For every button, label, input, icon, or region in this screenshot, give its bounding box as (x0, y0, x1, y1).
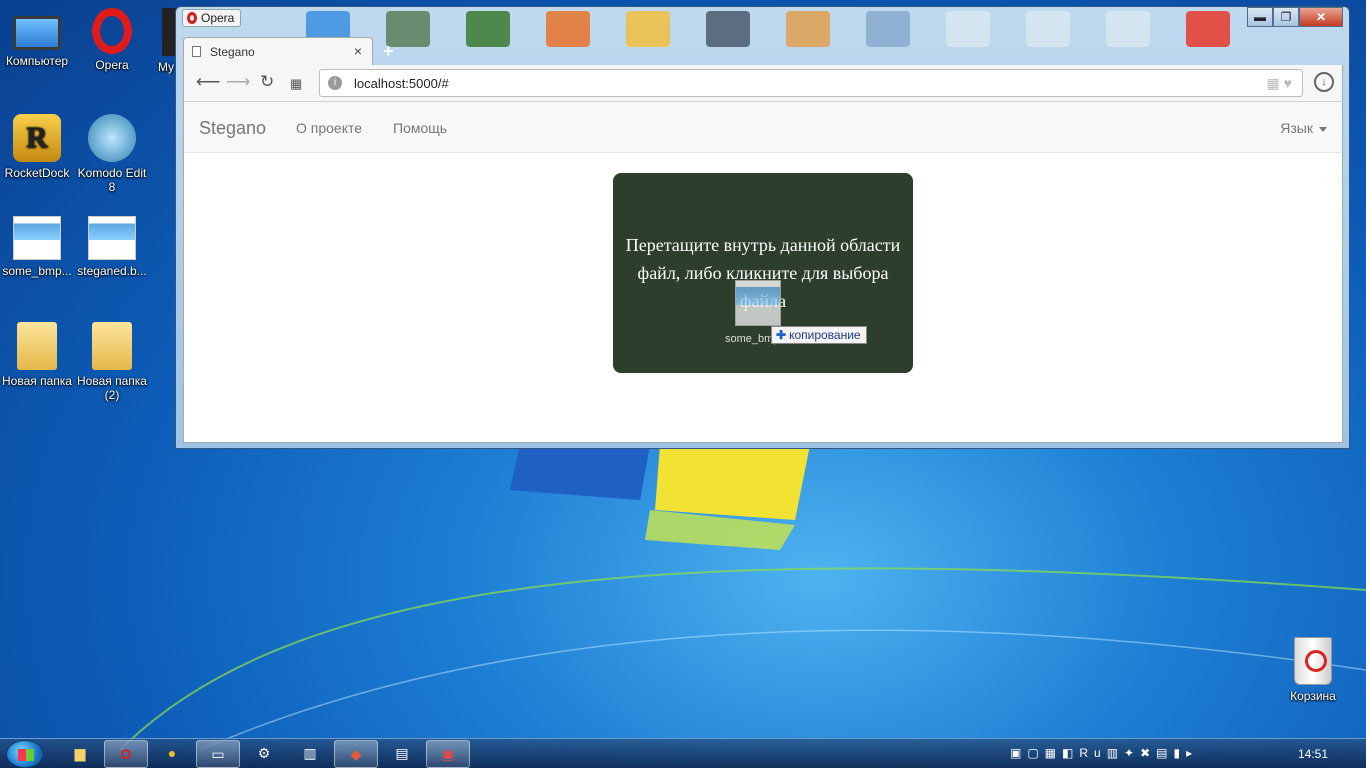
desktop-icon-new-folder-2[interactable]: Новая папка (2) (75, 322, 149, 402)
taskbar-opera[interactable]: O (104, 740, 148, 768)
copy-label: копирование (789, 328, 861, 342)
download-icon[interactable]: ↓ (1314, 72, 1334, 92)
desktop-icon-rocketdock[interactable]: R RocketDock (0, 114, 74, 180)
nav-link-help[interactable]: Помощь (393, 120, 447, 136)
tab-close-icon[interactable]: × (354, 43, 362, 59)
desktop-icon-steganed[interactable]: steganed.b... (75, 216, 149, 278)
desktop-icon-label: steganed.b... (77, 264, 147, 278)
desktop-icon-label: Компьютер (5, 54, 69, 68)
folder-icon (92, 322, 132, 370)
taskbar-explorer[interactable]: ▆ (58, 740, 102, 768)
maximize-button[interactable]: ❐ (1273, 7, 1299, 27)
new-tab-button[interactable]: + (383, 41, 394, 62)
opera-icon (92, 8, 132, 54)
taskbar-app-6[interactable]: ▥ (288, 740, 332, 768)
minimize-button[interactable]: ▬ (1247, 7, 1273, 27)
language-dropdown[interactable]: Язык (1280, 120, 1327, 136)
git-icon: ◆ (350, 746, 362, 762)
desktop-icon-opera[interactable]: Opera (75, 8, 149, 72)
gear-icon: ⚙ (257, 745, 271, 761)
taskbar-app-9[interactable]: ▣ (426, 740, 470, 768)
app-icon: ▭ (211, 746, 225, 762)
desktop-icon-label: Komodo Edit 8 (77, 166, 147, 194)
computer-icon (13, 16, 61, 50)
tab-bar: Stegano × + (183, 37, 1343, 67)
desktop-icon-label: Корзина (1290, 689, 1336, 703)
address-bar-icons[interactable]: ▦♥ (1266, 75, 1296, 92)
taskbar-app-4[interactable]: ▭ (196, 740, 240, 768)
windows-flag-icon (18, 749, 34, 761)
desktop-icon-my-computer[interactable]: My Co (150, 8, 176, 74)
file-dropzone[interactable]: Перетащите внутрь данной области файл, л… (613, 173, 913, 373)
recycle-bin-icon (1294, 637, 1332, 685)
taskbar-app-5[interactable]: ⚙ (242, 740, 286, 768)
desktop-icon-new-folder[interactable]: Новая папка (0, 322, 74, 388)
plus-icon: ✚ (776, 328, 787, 342)
bmp-file-icon (88, 216, 136, 260)
komodo-icon (88, 114, 136, 162)
browser-window: Opera ▬ ❐ ✕ Stegano × + ⟵ ⟶ ↻ ▦ i localh… (175, 6, 1350, 449)
desktop-icon-label: My Co (158, 60, 176, 74)
close-window-button[interactable]: ✕ (1299, 7, 1343, 27)
desktop-icon-label: Opera (95, 58, 129, 72)
taskbar: ▆ O ● ▭ ⚙ ▥ ◆ ▤ ▣ ▣▢▦◧Ru▥✦✖▤▮▸ 14:51 (0, 738, 1366, 768)
nav-link-about[interactable]: О проекте (296, 120, 362, 136)
taskbar-app-8[interactable]: ▤ (380, 740, 424, 768)
desktop-icon-some-bmp[interactable]: some_bmp... (0, 216, 74, 278)
taskbar-git[interactable]: ◆ (334, 740, 378, 768)
chrome-icon: ● (167, 745, 177, 761)
back-arrow-icon[interactable]: ⟵ (196, 73, 220, 91)
folder-icon (17, 322, 57, 370)
forward-arrow-icon[interactable]: ⟶ (226, 73, 250, 91)
address-bar[interactable]: i localhost:5000/# ▦♥ (319, 69, 1303, 97)
rocketdock-icon: R (13, 114, 61, 162)
desktop-icon-label: some_bmp... (2, 264, 72, 278)
app-icon (162, 8, 176, 56)
app-icon: ▣ (441, 746, 455, 762)
tab-stegano[interactable]: Stegano × (183, 37, 373, 65)
opera-badge-label: Opera (201, 11, 235, 25)
opera-icon: O (120, 746, 132, 762)
taskbar-chrome[interactable]: ● (150, 740, 194, 768)
system-tray[interactable]: ▣▢▦◧Ru▥✦✖▤▮▸ (1010, 746, 1198, 760)
reload-icon[interactable]: ↻ (260, 73, 274, 91)
opera-menu-button[interactable]: Opera (182, 9, 242, 27)
url-text: localhost:5000/# (354, 76, 449, 91)
desktop-icon-label: Новая папка (2, 374, 72, 388)
windows-logo-wallpaper (510, 445, 810, 550)
desktop-icon-label: RocketDock (4, 166, 70, 180)
browser-toolbar: ⟵ ⟶ ↻ ▦ i localhost:5000/# ▦♥ ↓ (183, 65, 1343, 101)
site-info-icon[interactable]: i (328, 76, 342, 90)
language-indicator[interactable]: Ru (1079, 746, 1106, 760)
site-brand[interactable]: Stegano (199, 118, 266, 139)
dragged-file-icon (735, 280, 781, 326)
speed-dial-grid-icon[interactable]: ▦ (290, 75, 302, 93)
grid-icon: ▥ (303, 745, 317, 761)
document-icon (192, 46, 201, 57)
tab-title: Stegano (210, 45, 255, 59)
window-icon: ▤ (395, 745, 409, 761)
folder-icon: ▆ (74, 745, 86, 761)
start-button[interactable] (6, 740, 44, 768)
clock[interactable]: 14:51 (1298, 747, 1328, 761)
desktop-icon-komodo[interactable]: Komodo Edit 8 (75, 114, 149, 194)
desktop-icon-computer[interactable]: Компьютер (0, 8, 74, 68)
window-controls: ▬ ❐ ✕ (1247, 7, 1343, 27)
copy-tooltip: ✚ копирование (771, 326, 867, 344)
desktop-icon-recycle-bin[interactable]: Корзина (1276, 637, 1350, 703)
bmp-file-icon (13, 216, 61, 260)
site-navbar: Stegano О проекте Помощь Язык (184, 102, 1342, 153)
desktop-icon-label: Новая папка (2) (77, 374, 147, 402)
page-viewport: Stegano О проекте Помощь Язык Перетащите… (183, 101, 1343, 443)
